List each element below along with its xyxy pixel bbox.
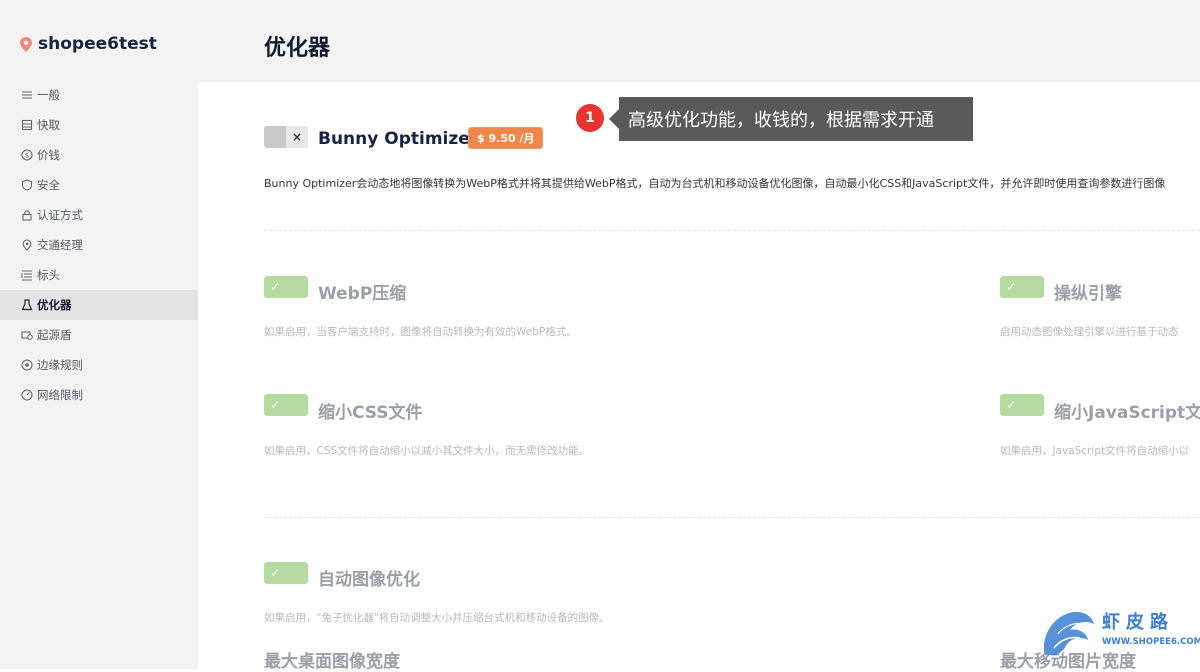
sidebar-item-edge-rules[interactable]: 边缘规则 xyxy=(0,350,198,380)
price-badge: $ 9.50 /月 xyxy=(468,127,544,149)
minify-js-description: 如果启用，JavaScript文件将自动缩小以 xyxy=(1000,445,1190,457)
sidebar-item-general[interactable]: 一般 xyxy=(0,80,198,110)
watermark-text: 虾皮路 xyxy=(1102,612,1174,633)
sidebar-item-label: 认证方式 xyxy=(37,208,83,222)
shield-icon xyxy=(21,179,33,191)
sidebar-item-label: 边缘规则 xyxy=(37,358,83,372)
sidebar-item-security[interactable]: 安全 xyxy=(0,170,198,200)
webp-description: 如果启用，当客户端支持时，图像将自动转换为有效的WebP格式。 xyxy=(264,326,577,338)
sidebar-item-label: 优化器 xyxy=(37,298,72,312)
sidebar-item-label: 价钱 xyxy=(37,148,60,162)
auto-image-optimization-title: 自动图像优化 xyxy=(318,570,420,590)
cache-icon xyxy=(21,119,33,131)
sidebar-item-label: 起源盾 xyxy=(37,328,72,342)
annotation-number: 1 xyxy=(576,104,604,132)
auto-image-optimization-description: 如果启用，"兔子优化器"将自动调整大小并压缩台式机和移动设备的图像。 xyxy=(264,612,610,624)
webp-title: WebP压缩 xyxy=(318,284,407,304)
sidebar-item-optimizer[interactable]: 优化器 xyxy=(0,290,198,320)
sidebar-item-label: 快取 xyxy=(37,118,60,132)
sidebar-item-authentication[interactable]: 认证方式 xyxy=(0,200,198,230)
header-icon xyxy=(21,270,32,281)
brand-name: shopee6test xyxy=(38,34,157,54)
optimizer-icon xyxy=(21,299,33,311)
watermark-url: WWW.SHOPEE6.COM xyxy=(1102,637,1200,647)
bunny-optimizer-description: Bunny Optimizer会动态地将图像转换为WebP格式并将其提供给Web… xyxy=(264,177,1166,190)
sidebar-item-label: 标头 xyxy=(37,268,60,282)
sidebar: shopee6test 一般 快取 $ 价钱 安全 认证方式 交通经理 标头 优… xyxy=(0,0,198,669)
page-header: 优化器 xyxy=(198,0,1200,82)
minify-js-title: 缩小JavaScript文件 xyxy=(1054,403,1200,423)
section-divider xyxy=(264,517,1200,518)
manipulation-engine-toggle[interactable]: ✓ xyxy=(1000,276,1044,298)
manipulation-engine-title: 操纵引擎 xyxy=(1054,284,1122,304)
minify-css-description: 如果启用，CSS文件将自动缩小以减小其文件大小，而无需修改功能。 xyxy=(264,445,590,457)
bunny-optimizer-title: Bunny Optimizer xyxy=(318,129,479,149)
location-icon xyxy=(22,239,32,251)
max-desktop-width-label: 最大桌面图像宽度 xyxy=(264,652,400,672)
check-icon: ✓ xyxy=(269,398,281,412)
minify-css-toggle[interactable]: ✓ xyxy=(264,394,308,416)
sidebar-nav: 一般 快取 $ 价钱 安全 认证方式 交通经理 标头 优化器 起源盾 边缘规则 … xyxy=(0,80,198,410)
sidebar-item-label: 交通经理 xyxy=(37,238,83,252)
menu-icon xyxy=(22,91,32,99)
bunny-optimizer-toggle[interactable]: × xyxy=(264,126,308,148)
page-title: 优化器 xyxy=(264,36,331,61)
auto-image-optimization-toggle[interactable]: ✓ xyxy=(264,562,308,584)
minify-js-toggle[interactable]: ✓ xyxy=(1000,394,1044,416)
webp-toggle[interactable]: ✓ xyxy=(264,276,308,298)
check-icon: ✓ xyxy=(269,566,281,580)
sidebar-item-pricing[interactable]: $ 价钱 xyxy=(0,140,198,170)
sidebar-item-origin-shield[interactable]: 起源盾 xyxy=(0,320,198,350)
section-divider xyxy=(264,230,1200,231)
dollar-icon: $ xyxy=(21,149,33,161)
sidebar-item-label: 安全 xyxy=(37,178,60,192)
toggle-off-icon: × xyxy=(286,126,308,148)
check-icon: ✓ xyxy=(1005,280,1017,294)
sidebar-item-traffic-manager[interactable]: 交通经理 xyxy=(0,230,198,260)
lock-icon xyxy=(22,210,32,221)
svg-text:$: $ xyxy=(25,152,29,160)
origin-shield-icon xyxy=(21,331,33,340)
location-pin-icon xyxy=(20,36,32,52)
sidebar-item-label: 一般 xyxy=(37,88,60,102)
network-limit-icon xyxy=(21,389,33,401)
sidebar-item-network-limits[interactable]: 网络限制 xyxy=(0,380,198,410)
sidebar-item-cache[interactable]: 快取 xyxy=(0,110,198,140)
sidebar-item-label: 网络限制 xyxy=(37,388,83,402)
manipulation-engine-description: 启用动态图像处理引擎以进行基于动态 xyxy=(1000,326,1179,338)
check-icon: ✓ xyxy=(1005,398,1017,412)
minify-css-title: 缩小CSS文件 xyxy=(318,403,423,423)
check-icon: ✓ xyxy=(269,280,281,294)
sidebar-item-headers[interactable]: 标头 xyxy=(0,260,198,290)
brand[interactable]: shopee6test xyxy=(20,34,157,54)
annotation-callout: 高级优化功能，收钱的，根据需求开通 xyxy=(609,97,973,141)
edge-rules-icon xyxy=(21,359,33,371)
